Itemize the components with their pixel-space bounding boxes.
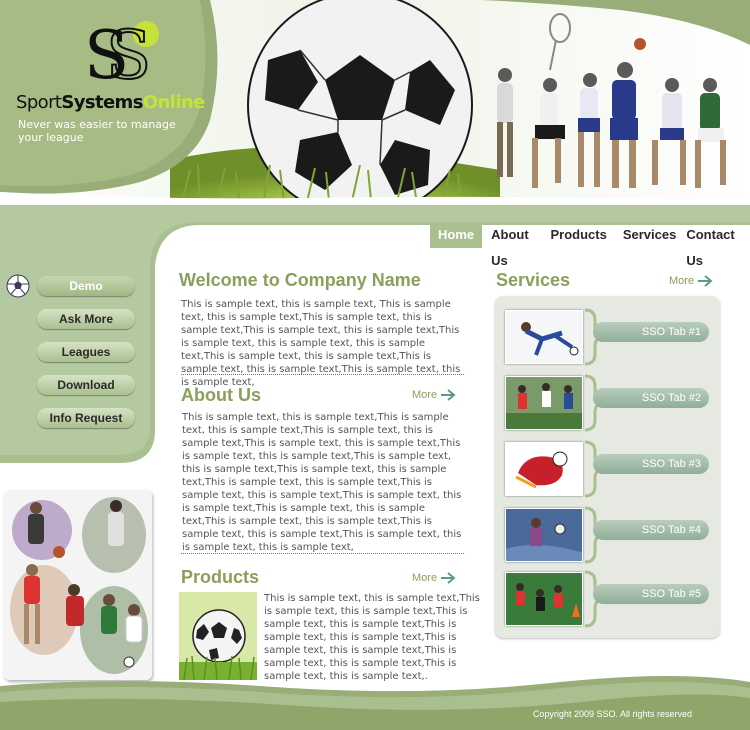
main-nav: Home About Us Products Services Contact … xyxy=(430,222,750,268)
copyright-text: Copyright 2009 SSO. All rights reserved xyxy=(532,709,692,719)
service-thumbnail xyxy=(505,508,583,562)
side-btn-info-request[interactable]: Info Request xyxy=(37,408,135,428)
service-thumbnail xyxy=(505,442,583,496)
nav-home[interactable]: Home xyxy=(430,222,483,248)
service-row[interactable]: SSO Tab #5 xyxy=(505,570,710,630)
welcome-title: Welcome to Company Name xyxy=(179,270,421,290)
divider xyxy=(181,374,464,375)
service-tab-3[interactable]: SSO Tab #3 xyxy=(593,454,709,474)
product-soccer-ball-image xyxy=(179,592,257,680)
products-more-label: More xyxy=(412,572,438,584)
side-btn-leagues[interactable]: Leagues xyxy=(37,342,135,362)
header-banner: S S SportSystemsOnline Never was easier … xyxy=(0,0,750,210)
products-title: Products xyxy=(181,567,260,587)
service-row[interactable]: SSO Tab #2 xyxy=(505,374,710,434)
nav-contact-us[interactable]: Contact Us xyxy=(681,222,750,268)
products-more-link[interactable]: More xyxy=(412,572,456,584)
side-btn-demo[interactable]: Demo xyxy=(37,276,135,296)
side-btn-download[interactable]: Download xyxy=(37,375,135,395)
service-row[interactable]: SSO Tab #4 xyxy=(505,506,710,566)
service-thumbnail xyxy=(505,376,583,430)
about-more-link[interactable]: More xyxy=(412,389,456,401)
footer-band xyxy=(0,676,750,730)
svg-text:S: S xyxy=(106,17,151,86)
products-text: This is sample text, this is sample text… xyxy=(264,593,480,682)
welcome-text: This is sample text, this is sample text… xyxy=(181,299,461,388)
about-more-label: More xyxy=(412,389,438,401)
logo-wordmark: SportSystemsOnline xyxy=(16,92,205,113)
services-panel: SSO Tab #1 SSO Tab #2 SSO Tab #3 SSO Tab… xyxy=(495,296,720,638)
service-row[interactable]: SSO Tab #3 xyxy=(505,440,710,500)
about-title: About Us xyxy=(181,385,261,405)
logo-mark-icon: S S xyxy=(84,16,159,86)
services-title: Services xyxy=(496,270,571,290)
side-nav: Demo Ask More Leagues Download Info Requ… xyxy=(0,262,150,462)
service-thumbnail xyxy=(505,310,583,364)
logo-word-sport: Sport xyxy=(16,92,62,113)
nav-products[interactable]: Products xyxy=(546,222,612,248)
nav-about-us[interactable]: About Us xyxy=(486,222,545,268)
side-btn-ask-more[interactable]: Ask More xyxy=(37,309,135,329)
tagline: Never was easier to manage your league xyxy=(18,118,176,144)
nav-services[interactable]: Services xyxy=(618,222,682,248)
logo-word-systems: Systems xyxy=(61,92,143,113)
logo[interactable]: S S SportSystemsOnline Never was easier … xyxy=(14,14,234,144)
arrow-right-icon xyxy=(441,389,456,401)
service-tab-1[interactable]: SSO Tab #1 xyxy=(593,322,709,342)
service-tab-2[interactable]: SSO Tab #2 xyxy=(593,388,709,408)
service-thumbnail xyxy=(505,572,583,626)
service-row[interactable]: SSO Tab #1 xyxy=(505,308,710,368)
services-more-label: More xyxy=(669,275,695,287)
about-text: This is sample text, this is sample text… xyxy=(182,412,462,553)
divider xyxy=(181,553,464,554)
logo-word-online: Online xyxy=(142,92,205,113)
arrow-right-icon xyxy=(441,572,456,584)
arrow-right-icon xyxy=(698,275,713,287)
services-more-link[interactable]: More xyxy=(669,275,713,287)
service-tab-5[interactable]: SSO Tab #5 xyxy=(593,584,709,604)
athletes-collage-image xyxy=(4,490,152,680)
service-tab-4[interactable]: SSO Tab #4 xyxy=(593,520,709,540)
